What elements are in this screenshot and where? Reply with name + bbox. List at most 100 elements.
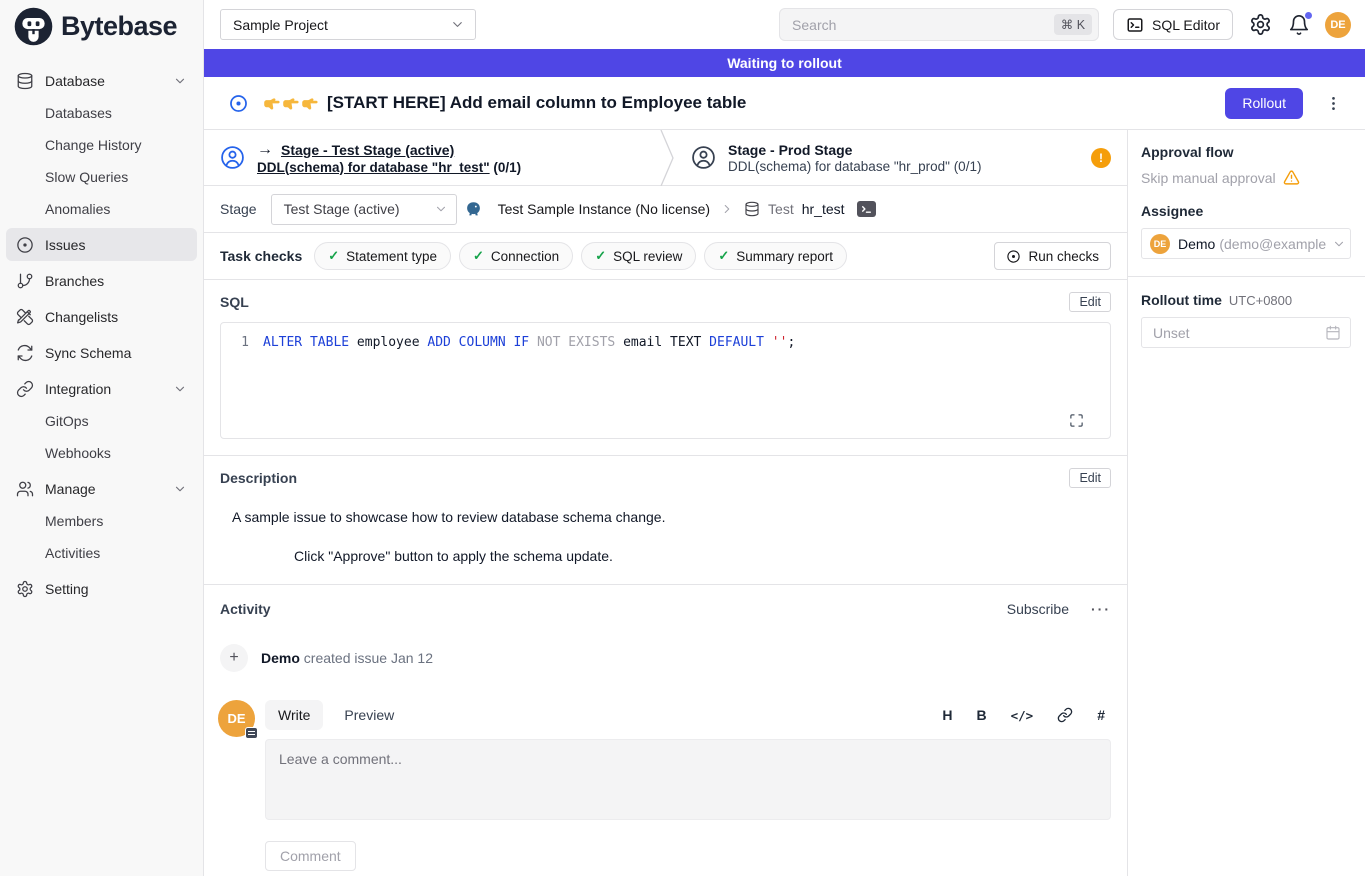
sidebar-item-label: Changelists <box>45 309 118 325</box>
sql-code-editor[interactable]: 1 ALTER TABLE employee ADD COLUMN IF NOT… <box>220 322 1111 439</box>
search-placeholder: Search <box>792 17 836 33</box>
sidebar-item-integration[interactable]: Integration <box>6 372 197 405</box>
sql-edit-button[interactable]: Edit <box>1069 292 1111 312</box>
stage-select-value: Test Stage (active) <box>284 201 400 217</box>
sidebar-item-database[interactable]: Database <box>6 64 197 97</box>
sidebar-item-setting[interactable]: Setting <box>6 572 197 605</box>
tab-write[interactable]: Write <box>265 700 323 730</box>
sidebar-item-label: Slow Queries <box>45 169 128 185</box>
stage-task: DDL(schema) for database "hr_test" <box>257 160 490 175</box>
sql-statement: ALTER TABLE employee ADD COLUMN IF NOT E… <box>263 335 795 438</box>
ellipsis-menu-icon[interactable]: ··· <box>1091 601 1111 617</box>
sidebar-item-label: Activities <box>45 545 100 561</box>
pencil-ruler-icon <box>16 308 34 326</box>
check-connection[interactable]: ✓Connection <box>459 242 573 270</box>
sidebar-nav: Database Databases Change History Slow Q… <box>0 52 203 605</box>
sidebar-item-issues[interactable]: Issues <box>6 228 197 261</box>
search-input[interactable]: Search ⌘ K <box>779 8 1099 41</box>
rollout-time-input[interactable]: Unset <box>1141 317 1351 348</box>
sidebar-item-gitops[interactable]: GitOps <box>6 405 197 437</box>
rollout-status-banner: Waiting to rollout <box>204 49 1365 77</box>
assignee-name: Demo <box>1178 236 1215 252</box>
rollout-timezone: UTC+0800 <box>1229 293 1292 308</box>
sql-label: SQL <box>220 294 249 310</box>
rollout-time-label: Rollout time <box>1141 292 1222 308</box>
sidebar-item-label: Database <box>45 73 105 89</box>
fullscreen-expand-icon[interactable] <box>1069 413 1084 428</box>
link-format-icon[interactable] <box>1057 707 1073 723</box>
sidebar-item-webhooks[interactable]: Webhooks <box>6 437 197 469</box>
heading-format-icon[interactable]: H <box>942 707 952 723</box>
sidebar-item-members[interactable]: Members <box>6 505 197 537</box>
search-shortcut-badge: ⌘ K <box>1054 14 1092 35</box>
sql-editor-button[interactable]: SQL Editor <box>1113 9 1233 40</box>
comment-input[interactable] <box>265 739 1111 820</box>
notifications-bell-icon[interactable] <box>1288 14 1310 36</box>
sidebar-item-slow-queries[interactable]: Slow Queries <box>6 161 197 193</box>
sidebar-item-label: Manage <box>45 481 96 497</box>
settings-gear-icon[interactable] <box>1249 13 1272 36</box>
bold-format-icon[interactable]: B <box>977 707 987 723</box>
sidebar-item-branches[interactable]: Branches <box>6 264 197 297</box>
sidebar-item-label: Issues <box>45 237 85 253</box>
check-pass-icon: ✓ <box>595 248 606 264</box>
tab-preview[interactable]: Preview <box>331 700 407 730</box>
user-circle-icon <box>220 145 245 170</box>
check-pass-icon: ✓ <box>473 248 484 264</box>
stage-name: Stage - Test Stage (active) <box>281 142 454 158</box>
description-section: Description Edit A sample issue to showc… <box>204 456 1127 585</box>
calendar-icon <box>1325 325 1341 341</box>
kebab-menu-icon[interactable] <box>1324 94 1343 113</box>
database-icon <box>16 72 34 90</box>
run-checks-button[interactable]: Run checks <box>994 242 1111 270</box>
sidebar-item-activities[interactable]: Activities <box>6 537 197 569</box>
sidebar-item-sync-schema[interactable]: Sync Schema <box>6 336 197 369</box>
rollout-button[interactable]: Rollout <box>1225 88 1303 119</box>
stage-card-test[interactable]: →Stage - Test Stage (active) DDL(schema)… <box>204 130 659 185</box>
sidebar-item-label: Anomalies <box>45 201 110 217</box>
assignee-select[interactable]: DE Demo (demo@example <box>1141 228 1351 259</box>
pointing-right-emoji <box>262 94 319 113</box>
stage-selector-row: Stage Test Stage (active) Test Sample In… <box>204 186 1127 233</box>
stage-select[interactable]: Test Stage (active) <box>271 194 457 225</box>
comment-bubble-icon <box>245 727 258 739</box>
check-summary-report[interactable]: ✓Summary report <box>704 242 847 270</box>
project-select[interactable]: Sample Project <box>220 9 476 40</box>
check-pass-icon: ✓ <box>718 248 729 264</box>
stage-name: Stage - Prod Stage <box>728 142 981 158</box>
description-edit-button[interactable]: Edit <box>1069 468 1111 488</box>
stage-separator <box>659 130 675 185</box>
user-avatar[interactable]: DE <box>1325 12 1351 38</box>
issue-circle-dot-icon <box>16 236 34 254</box>
check-statement-type[interactable]: ✓Statement type <box>314 242 451 270</box>
chevron-down-icon <box>434 202 448 216</box>
sidebar-item-label: Branches <box>45 273 104 289</box>
sidebar-item-manage[interactable]: Manage <box>6 472 197 505</box>
comment-submit-button[interactable]: Comment <box>265 841 356 871</box>
check-sql-review[interactable]: ✓SQL review <box>581 242 696 270</box>
plus-circle-icon: + <box>220 644 248 672</box>
instance-name[interactable]: Test Sample Instance (No license) <box>498 201 710 217</box>
sidebar-item-label: Setting <box>45 581 89 597</box>
open-sql-editor-icon[interactable] <box>857 201 876 217</box>
stage-card-prod[interactable]: Stage - Prod Stage DDL(schema) for datab… <box>675 130 1127 185</box>
sidebar-item-label: Members <box>45 513 103 529</box>
sidebar-item-databases[interactable]: Databases <box>6 97 197 129</box>
sidebar-item-anomalies[interactable]: Anomalies <box>6 193 197 225</box>
database-name[interactable]: hr_test <box>802 201 845 217</box>
sidebar-item-change-history[interactable]: Change History <box>6 129 197 161</box>
sync-refresh-icon <box>16 344 34 362</box>
code-format-icon[interactable]: </> <box>1011 708 1034 723</box>
sidebar-item-changelists[interactable]: Changelists <box>6 300 197 333</box>
chevron-down-icon <box>173 382 187 396</box>
user-circle-icon <box>691 145 716 170</box>
link-icon <box>16 380 34 398</box>
subscribe-button[interactable]: Subscribe <box>1007 601 1069 617</box>
approval-flow-label: Approval flow <box>1141 144 1351 160</box>
brand-logo[interactable]: Bytebase <box>0 0 203 52</box>
issue-sidebar: Approval flow Skip manual approval Assig… <box>1128 130 1365 876</box>
stage-pipeline: →Stage - Test Stage (active) DDL(schema)… <box>204 130 1127 186</box>
bytebase-logo-icon <box>13 6 54 47</box>
sidebar-item-label: Change History <box>45 137 142 153</box>
hash-format-icon[interactable]: # <box>1097 707 1105 723</box>
